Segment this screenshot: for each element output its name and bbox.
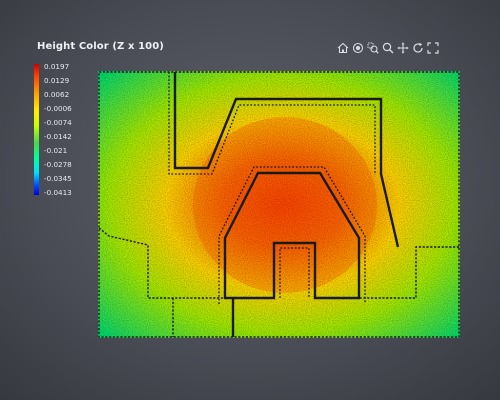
legend-label: -0.0074 [44, 118, 72, 127]
legend-label: -0.021 [44, 146, 68, 155]
zoom-icon[interactable] [382, 41, 394, 54]
color-scale-bar [34, 64, 39, 195]
legend-label: -0.0345 [44, 174, 72, 183]
legend-label: -0.0142 [44, 132, 72, 141]
rotate-icon[interactable] [412, 41, 424, 54]
zoom-area-icon[interactable] [367, 41, 379, 54]
height-map-canvas[interactable] [98, 71, 460, 338]
view-toolbar [337, 41, 439, 55]
home-icon[interactable] [337, 41, 349, 54]
pan-icon[interactable] [397, 41, 409, 54]
panel-title: Height Color (Z x 100) [37, 41, 164, 52]
legend-label: -0.0413 [44, 188, 72, 197]
legend-label: -0.0278 [44, 160, 72, 169]
legend-label: 0.0197 [44, 62, 70, 71]
height-map-plot[interactable] [98, 71, 460, 338]
legend-label: 0.0129 [44, 76, 70, 85]
legend-label: -0.0006 [44, 104, 72, 113]
view-icon[interactable] [352, 41, 364, 54]
fullscreen-icon[interactable] [427, 41, 439, 54]
legend-label: 0.0062 [44, 90, 70, 99]
